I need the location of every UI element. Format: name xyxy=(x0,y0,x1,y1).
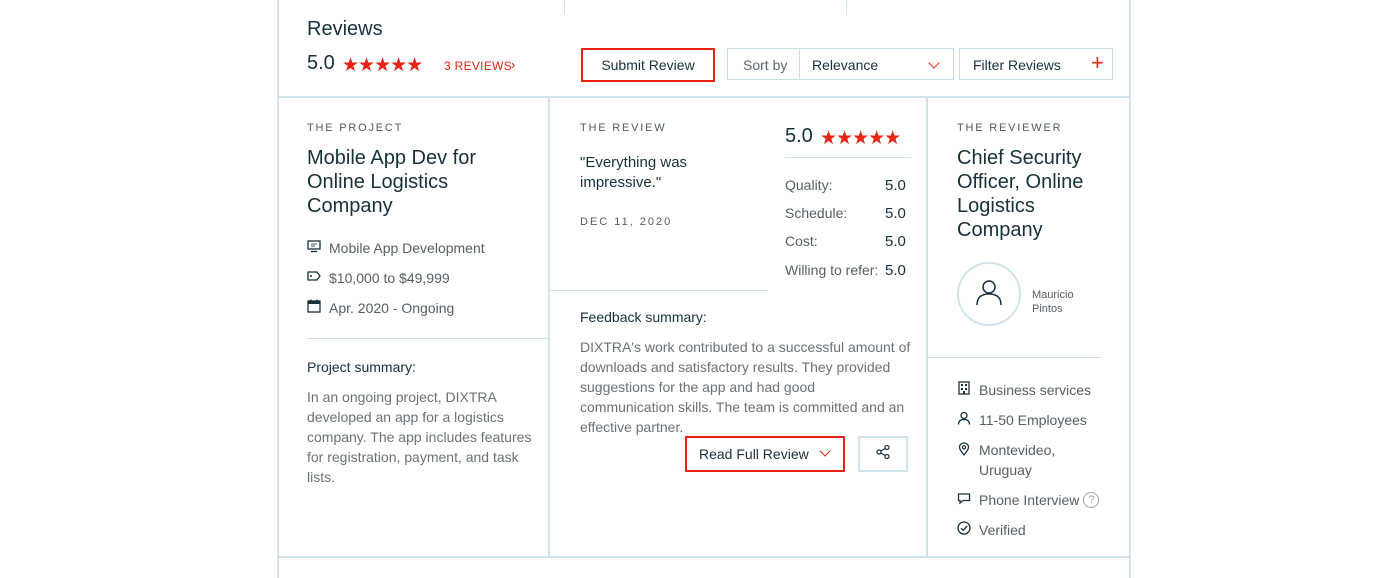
reviewer-title: Chief Security Officer, Online Logistics… xyxy=(957,147,1084,241)
reviewer-verified: Verified xyxy=(957,521,1026,538)
rating-row-schedule: Schedule: 5.0 xyxy=(785,205,915,222)
reviewer-location: Montevideo, Uruguay xyxy=(957,441,1069,480)
reviewer-industry: Business services xyxy=(957,381,1091,398)
sort-value[interactable]: Relevance xyxy=(812,57,878,73)
review-divider xyxy=(550,290,768,291)
submit-review-button[interactable]: Submit Review xyxy=(581,48,715,82)
check-circle-icon xyxy=(957,521,979,538)
rating-label: Quality: xyxy=(785,177,833,193)
rating-row-refer: Willing to refer: 5.0 xyxy=(785,262,915,279)
filter-reviews-button[interactable]: Filter Reviews + xyxy=(959,48,1113,80)
sort-divider xyxy=(799,49,800,79)
review-date: DEC 11, 2020 xyxy=(580,216,673,228)
filter-label: Filter Reviews xyxy=(973,57,1061,73)
project-divider xyxy=(307,338,548,339)
rating-row-quality: Quality: 5.0 xyxy=(785,177,915,194)
review-eyebrow: THE REVIEW xyxy=(580,122,667,134)
help-icon[interactable]: ? xyxy=(1083,491,1100,508)
reviewer-interview: Phone Interview ? xyxy=(957,491,1100,508)
review-count-link[interactable]: 3 REVIEWS xyxy=(444,59,512,73)
timeline-label: Apr. 2020 - Ongoing xyxy=(329,299,455,316)
avatar xyxy=(957,262,1021,326)
calendar-icon xyxy=(307,299,329,316)
reviewer-divider xyxy=(928,357,1101,358)
project-budget: $10,000 to $49,999 xyxy=(307,269,450,286)
feedback-summary: DIXTRA's work contributed to a successfu… xyxy=(580,339,911,435)
reviews-panel: Reviews 5.0 ★★★★★ 3 REVIEWS › Submit Rev… xyxy=(277,0,1131,578)
chevron-down-icon[interactable] xyxy=(928,57,940,69)
rating-row-cost: Cost: 5.0 xyxy=(785,233,915,250)
verified-label: Verified xyxy=(979,521,1026,538)
read-full-review-button[interactable]: Read Full Review xyxy=(685,436,845,472)
service-label: Mobile App Development xyxy=(329,239,485,256)
project-summary: In an ongoing project, DIXTRA developed … xyxy=(307,389,532,485)
feedback-summary-label: Feedback summary: xyxy=(580,309,707,325)
user-icon xyxy=(973,276,1005,313)
project-title: Mobile App Dev for Online Logistics Comp… xyxy=(307,147,476,217)
project-eyebrow: THE PROJECT xyxy=(307,122,404,134)
project-service: Mobile App Development xyxy=(307,239,485,256)
card-bottom-border xyxy=(279,556,1129,558)
overall-stars: ★★★★★ xyxy=(342,55,423,76)
rating-value: 5.0 xyxy=(885,262,906,279)
rating-label: Cost: xyxy=(785,233,818,249)
location-label: Montevideo, Uruguay xyxy=(979,442,1056,478)
building-icon xyxy=(957,381,979,398)
column-divider xyxy=(926,98,928,558)
location-pin-icon xyxy=(957,441,979,459)
budget-label: $10,000 to $49,999 xyxy=(329,269,450,286)
sort-select[interactable]: Sort by Relevance xyxy=(727,48,954,80)
person-icon xyxy=(957,411,979,428)
column-divider xyxy=(548,98,550,558)
project-timeline: Apr. 2020 - Ongoing xyxy=(307,299,454,316)
rating-label: Willing to refer: xyxy=(785,262,879,278)
rating-value: 5.0 xyxy=(885,233,906,250)
chevron-right-icon[interactable]: › xyxy=(511,57,515,72)
employees-label: 11-50 Employees xyxy=(979,411,1087,428)
plus-icon[interactable]: + xyxy=(1091,51,1104,75)
reviews-header: Reviews 5.0 ★★★★★ 3 REVIEWS › Submit Rev… xyxy=(279,0,1129,98)
share-button[interactable] xyxy=(858,436,908,472)
score-underline xyxy=(785,157,911,158)
project-summary-label: Project summary: xyxy=(307,359,416,375)
reviewer-eyebrow: THE REVIEWER xyxy=(957,122,1063,134)
monitor-icon xyxy=(307,239,329,256)
overall-score: 5.0 xyxy=(307,52,335,74)
rating-label: Schedule: xyxy=(785,205,848,221)
review-score: 5.0 xyxy=(785,125,813,147)
share-icon xyxy=(875,444,891,465)
read-full-review-label: Read Full Review xyxy=(699,446,809,462)
chevron-down-icon xyxy=(819,445,831,457)
rating-value: 5.0 xyxy=(885,205,906,222)
rating-value: 5.0 xyxy=(885,177,906,194)
price-tag-icon xyxy=(307,269,329,286)
review-stars: ★★★★★ xyxy=(820,128,901,149)
interview-label: Phone Interview xyxy=(979,491,1080,508)
reviewer-name: Mauricio Pintos xyxy=(1032,289,1074,315)
sort-label: Sort by xyxy=(743,57,788,73)
chat-bubble-icon xyxy=(957,491,979,508)
reviewer-employees: 11-50 Employees xyxy=(957,411,1087,428)
review-quote: "Everything was impressive." xyxy=(580,154,688,191)
industry-label: Business services xyxy=(979,381,1092,398)
page-title: Reviews xyxy=(307,18,383,40)
